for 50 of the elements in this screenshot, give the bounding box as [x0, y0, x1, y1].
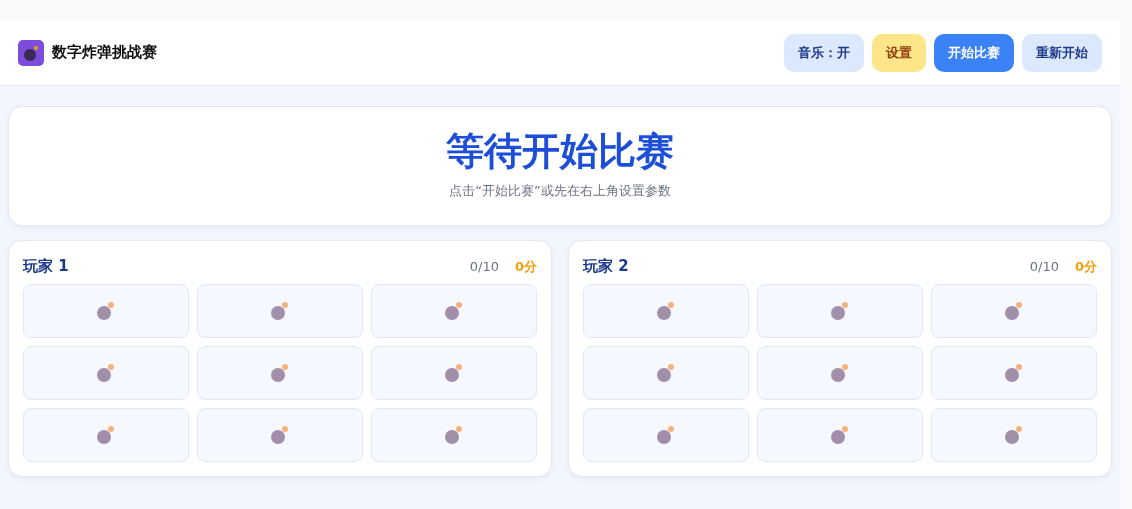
bomb-icon [656, 362, 676, 383]
bomb-tile[interactable] [757, 283, 923, 338]
score: 0分 [1074, 257, 1097, 276]
header-button[interactable]: 设置 [872, 33, 926, 72]
bomb-tile[interactable] [931, 407, 1097, 462]
header-button[interactable]: 重新开始 [1022, 33, 1102, 72]
bomb-icon [1004, 424, 1024, 445]
bomb-icon [270, 362, 290, 383]
bomb-tile[interactable] [197, 345, 363, 400]
bomb-tile[interactable] [23, 407, 189, 462]
progress-count: 0/10 [469, 257, 499, 276]
bomb-icon [270, 300, 290, 321]
bomb-icon [96, 300, 116, 321]
bomb-tile[interactable] [583, 283, 749, 338]
bomb-icon [1004, 300, 1024, 321]
bomb-tile[interactable] [23, 283, 189, 338]
bomb-icon [656, 424, 676, 445]
status-title: 等待开始比赛 [446, 131, 674, 174]
header-button[interactable]: 开始比赛 [934, 33, 1014, 72]
bomb-icon [830, 424, 850, 445]
bomb-tile[interactable] [197, 407, 363, 462]
bomb-tile[interactable] [371, 283, 537, 338]
bomb-tile[interactable] [197, 283, 363, 338]
progress-count: 0/10 [1029, 257, 1059, 276]
bomb-logo-icon [18, 39, 44, 66]
player-name: 玩家 1 [23, 256, 69, 277]
bomb-tile[interactable] [757, 345, 923, 400]
bomb-tile[interactable] [931, 345, 1097, 400]
bomb-icon [96, 424, 116, 445]
bomb-icon [1004, 362, 1024, 383]
bomb-tile[interactable] [757, 407, 923, 462]
bomb-tile[interactable] [23, 345, 189, 400]
bomb-icon [830, 362, 850, 383]
bomb-icon [444, 300, 464, 321]
player-name: 玩家 2 [583, 256, 629, 277]
app-title: 数字炸弹挑战赛 [52, 42, 157, 64]
header-button[interactable]: 音乐：开 [784, 33, 864, 72]
bomb-icon [444, 424, 464, 445]
bomb-icon [270, 424, 290, 445]
bomb-tile[interactable] [371, 345, 537, 400]
bomb-icon [96, 362, 116, 383]
status-hint: 点击“开始比赛”或先在右上角设置参数 [449, 182, 671, 201]
score: 0分 [514, 257, 537, 276]
bomb-icon [444, 362, 464, 383]
bomb-icon [830, 300, 850, 321]
bomb-icon [656, 300, 676, 321]
bomb-tile[interactable] [371, 407, 537, 462]
bomb-tile[interactable] [583, 407, 749, 462]
bomb-tile[interactable] [583, 345, 749, 400]
bomb-tile[interactable] [931, 283, 1097, 338]
